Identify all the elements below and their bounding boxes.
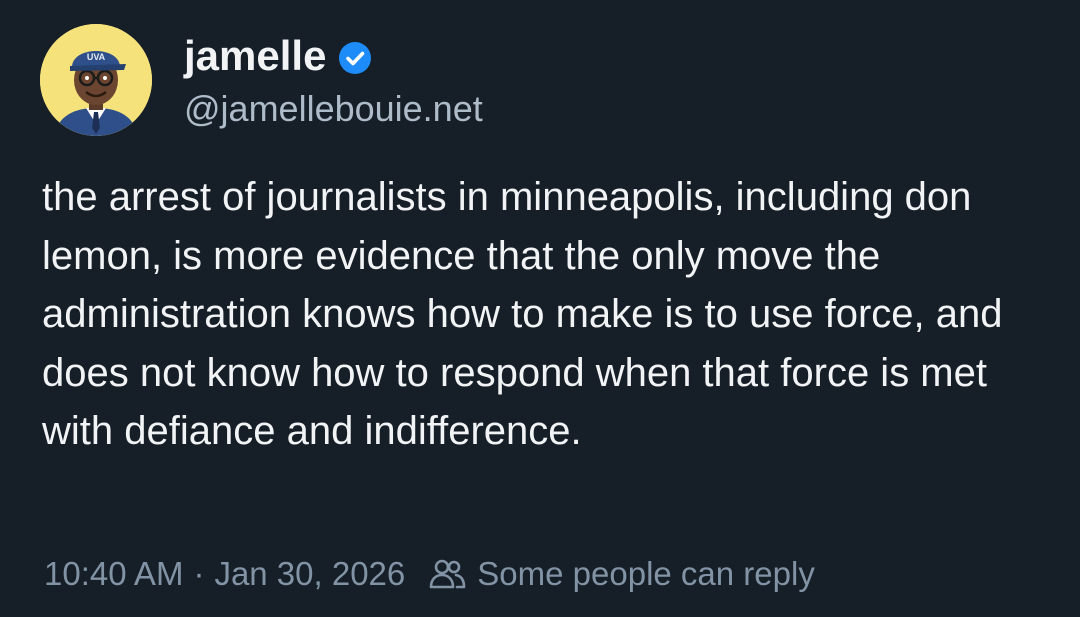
author-handle[interactable]: @jamellebouie.net [184, 84, 483, 134]
post-time[interactable]: 10:40 AM [44, 555, 183, 593]
post-date[interactable]: Jan 30, 2026 [214, 555, 405, 593]
author-row: jamelle [184, 28, 372, 84]
verified-check-icon[interactable] [338, 41, 372, 75]
svg-text:UVA: UVA [87, 52, 106, 62]
avatar[interactable]: UVA [40, 24, 152, 136]
post-meta: 10:40 AM · Jan 30, 2026 Some people can … [44, 548, 815, 600]
people-icon [427, 554, 467, 594]
post-card: UVA jamelle @jamellebouie.net the arrest… [0, 0, 1080, 617]
display-name[interactable]: jamelle [184, 28, 326, 84]
avatar-illustration-icon: UVA [40, 24, 152, 136]
reply-setting[interactable]: Some people can reply [477, 555, 815, 593]
post-text: the arrest of journalists in minneapolis… [42, 175, 1003, 453]
meta-separator: · [193, 555, 205, 592]
